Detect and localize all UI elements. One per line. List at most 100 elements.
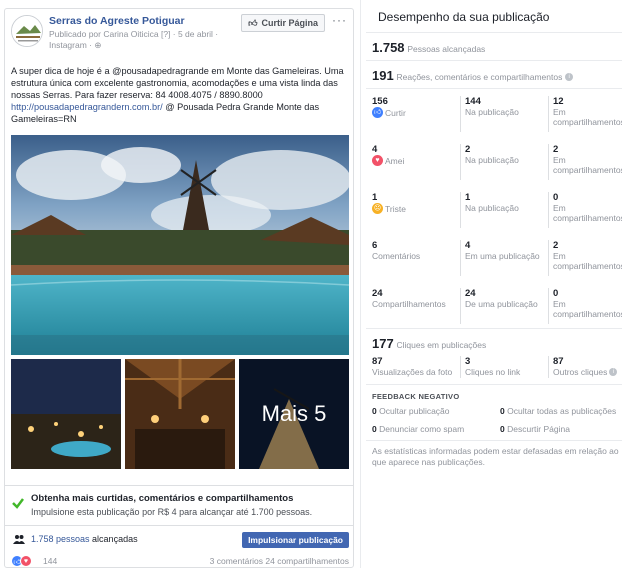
info-icon[interactable]: i (609, 368, 618, 376)
photo-views-label: Visualizações da foto (372, 367, 453, 377)
love-reaction-icon: ♥ (20, 555, 32, 567)
feedback-report-spam-label: Denunciar como spam (379, 424, 465, 434)
like-page-button[interactable]: 👍︎ Curtir Página (241, 14, 325, 32)
love-on-shares-label: Em compartilhamentos (553, 155, 622, 175)
post-photo-thumb-3[interactable]: Mais 5 (239, 359, 349, 469)
separator (366, 440, 622, 441)
comments-on-shares-cell: 2 Em compartilhamentos (548, 240, 622, 276)
post-meta: Publicado por Carina Oiticica [?] · 5 de… (49, 29, 239, 51)
post-text-link[interactable]: http://pousadapedragrandern.com.br/ (11, 102, 163, 112)
sad-on-shares-label: Em compartilhamentos (553, 203, 622, 223)
reaction-icons[interactable]: 👍︎ ♥ (11, 555, 32, 567)
sad-on-post-label: Na publicação (465, 203, 519, 213)
comments-on-post-label: Em uma publicação (465, 251, 540, 261)
page-name-link[interactable]: Serras do Agreste Potiguar (49, 15, 185, 27)
negative-feedback-title: FEEDBACK NEGATIVO (372, 392, 460, 401)
comments-row: 6 Comentários 4 Em uma publicação 2 Em c… (372, 240, 622, 284)
boost-post-button[interactable]: Impulsionar publicação (242, 532, 349, 548)
comments-on-shares-label: Em compartilhamentos (553, 251, 622, 271)
page-avatar[interactable] (11, 15, 43, 47)
reach-label: Pessoas alcançadas (407, 44, 486, 54)
feedback-hide-post-count: 0 (372, 406, 377, 416)
feedback-unlike-page-count: 0 (500, 424, 505, 434)
shares-on-shares: 0 (553, 288, 559, 299)
separator (366, 88, 622, 89)
sad-label-wrap: ☹ Triste (372, 203, 456, 214)
like-on-post-cell: 144 Na publicação (460, 96, 544, 132)
post-footer: 👍︎ ♥ 144 3 comentários 24 compartilhamen… (5, 553, 353, 567)
link-clicks-number: 3 (465, 356, 471, 367)
like-on-post: 144 (465, 96, 481, 107)
photo-views-number: 87 (372, 356, 383, 367)
post-card: Serras do Agreste Potiguar Publicado por… (4, 8, 354, 568)
comments-label: Comentários (372, 251, 421, 261)
comments-total: 6 (372, 240, 378, 251)
feedback-hide-all: 0 Ocultar todas as publicações (500, 406, 616, 416)
shares-on-post-label: De uma publicação (465, 299, 538, 309)
post-main-photo[interactable] (11, 135, 349, 355)
reach-stat: 1.758 Pessoas alcançadas (372, 40, 485, 55)
shares-total-cell: 24 Compartilhamentos (372, 288, 456, 324)
like-total: 156 (372, 96, 388, 107)
panel-title: Desempenho da sua publicação (378, 10, 550, 24)
reach-suffix: alcançadas (89, 534, 138, 544)
reactions-count[interactable]: 144 (43, 556, 57, 566)
feedback-unlike-page-label: Descurtir Página (507, 424, 570, 434)
love-on-post: 2 (465, 144, 471, 155)
comments-shares-count[interactable]: 3 comentários 24 compartilhamentos (210, 556, 349, 566)
more-photos-overlay[interactable]: Mais 5 (239, 359, 349, 469)
stats-disclaimer: As estatísticas informadas podem estar d… (372, 446, 619, 467)
like-page-label: Curtir Página (261, 18, 318, 28)
thumbs-up-icon: 👍︎ (248, 17, 258, 28)
love-label-wrap: ♥ Amei (372, 155, 456, 166)
engagement-label: Reações, comentários e compartilhamentos (396, 72, 563, 82)
post-text-main: A super dica de hoje é a @pousadapedragr… (11, 66, 344, 100)
shares-total: 24 (372, 288, 383, 299)
post-photo-thumb-1[interactable] (11, 359, 121, 469)
shares-on-shares-cell: 0 Em compartilhamentos (548, 288, 622, 324)
performance-panel: Desempenho da sua publicação 1.758 Pesso… (366, 0, 622, 568)
separator (366, 384, 622, 385)
separator (366, 60, 622, 61)
love-on-post-label: Na publicação (465, 155, 519, 165)
shares-label: Compartilhamentos (372, 299, 446, 309)
more-options-button[interactable]: ··· (332, 13, 347, 27)
boost-title: Obtenha mais curtidas, comentários e com… (31, 493, 294, 504)
reaction-row-sad: 1 ☹ Triste 1 Na publicação 0 Em compartil… (372, 192, 622, 236)
sad-label: Triste (385, 203, 406, 214)
sad-on-shares: 0 (553, 192, 559, 203)
info-icon[interactable]: i (565, 73, 574, 82)
other-clicks-number: 87 (553, 356, 564, 367)
sad-on-post-cell: 1 Na publicação (460, 192, 544, 228)
like-label: Curtir (385, 107, 406, 118)
feedback-hide-all-count: 0 (500, 406, 505, 416)
love-on-shares: 2 (553, 144, 559, 155)
reach-link[interactable]: 1.758 pessoas (31, 534, 90, 544)
comments-on-post: 4 (465, 240, 471, 251)
love-label: Amei (385, 155, 405, 166)
separator (366, 32, 622, 33)
reach-text: 1.758 pessoas alcançadas (31, 534, 138, 544)
post-meta-line2: Instagram · (49, 40, 95, 50)
like-on-shares: 12 (553, 96, 564, 107)
love-total: 4 (372, 144, 378, 155)
feedback-unlike-page: 0 Descurtir Página (500, 424, 570, 434)
love-total-cell: 4 ♥ Amei (372, 144, 456, 180)
reaction-row-love: 4 ♥ Amei 2 Na publicação 2 Em compartilha… (372, 144, 622, 188)
clicks-breakdown: 87 Visualizações da foto 3 Cliques no li… (372, 356, 622, 380)
post-header: Serras do Agreste Potiguar Publicado por… (5, 9, 353, 59)
comments-total-cell: 6 Comentários (372, 240, 456, 276)
feedback-hide-all-label: Ocultar todas as publicações (507, 406, 617, 416)
feedback-hide-post: 0 Ocultar publicação (372, 406, 450, 416)
like-on-shares-cell: 12 Em compartilhamentos (548, 96, 622, 132)
reach-number: 1.758 (372, 40, 405, 55)
post-meta-line1: Publicado por Carina Oiticica [?] · 5 de… (49, 29, 219, 39)
people-icon (13, 535, 25, 544)
like-icon: 👍︎ (372, 107, 383, 118)
love-icon: ♥ (372, 155, 383, 166)
engagement-number: 191 (372, 68, 394, 83)
boost-suggestion: Obtenha mais curtidas, comentários e com… (5, 485, 353, 525)
feedback-report-spam: 0 Denunciar como spam (372, 424, 464, 434)
shares-on-shares-label: Em compartilhamentos (553, 299, 622, 319)
post-photo-thumb-2[interactable] (125, 359, 235, 469)
